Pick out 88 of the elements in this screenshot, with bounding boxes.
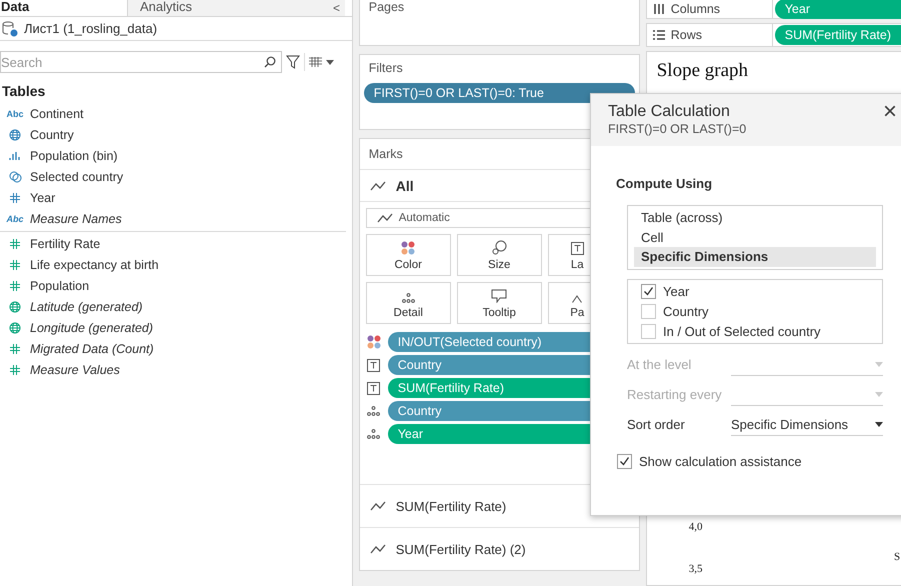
columns-icon	[652, 4, 665, 14]
dialog-subtitle: FIRST()=0 OR LAST()=0	[608, 122, 748, 136]
line-chart-icon	[370, 501, 386, 511]
globe-icon	[9, 322, 21, 334]
card-title: Marks	[368, 146, 404, 163]
measure-field[interactable]: Measure Values	[0, 359, 352, 380]
text-type-icon: Abc	[6, 214, 24, 224]
line-chart-icon	[376, 213, 393, 223]
number-type-icon	[10, 344, 20, 354]
checkbox-label: Country	[663, 304, 709, 319]
close-button[interactable]: ×	[881, 100, 900, 124]
measure-field[interactable]: Longitude (generated)	[0, 317, 352, 338]
caret-icon	[875, 422, 883, 426]
histogram-icon	[9, 150, 21, 160]
line-chart-icon	[370, 180, 386, 190]
setting-dropdown[interactable]: Specific Dimensions	[731, 414, 883, 436]
section-title: Tables	[2, 83, 46, 99]
section-title: Compute Using	[616, 176, 714, 191]
checkbox-label: Year	[663, 284, 690, 299]
globe-icon	[9, 128, 21, 140]
dialog-title: Table Calculation	[608, 103, 730, 121]
data-source-name[interactable]: Лист1 (1_rosling_data)	[24, 21, 158, 36]
measure-field[interactable]: Population	[0, 275, 352, 296]
list-option[interactable]: Table (across)	[634, 208, 876, 228]
measure-field[interactable]: Latitude (generated)	[0, 296, 352, 317]
text-icon	[367, 358, 380, 372]
mark-property-button[interactable]: Detail	[366, 282, 451, 324]
globe-icon	[9, 300, 21, 312]
number-type-icon	[10, 192, 20, 202]
shelf-label: Columns	[670, 2, 720, 16]
axis-label: 3,5	[688, 563, 704, 575]
color-dots-icon	[401, 241, 416, 255]
axis-label: 4,0	[688, 521, 704, 533]
list-view-icon[interactable]	[309, 57, 322, 67]
marks-layer-title[interactable]: SUM(Fertility Rate) (2)	[396, 542, 526, 556]
detail-icon	[367, 429, 380, 439]
number-type-icon	[10, 238, 20, 248]
card-title: Filters	[368, 61, 404, 75]
data-source-icon	[2, 20, 19, 36]
set-icon	[8, 170, 22, 182]
number-type-icon	[10, 260, 20, 270]
marks-layer-title[interactable]: All	[396, 178, 414, 194]
mark-property-button[interactable]: Size	[456, 234, 542, 276]
checkbox[interactable]	[641, 304, 656, 319]
dimension-field[interactable]: Country	[0, 124, 352, 145]
detail-icon	[402, 293, 415, 303]
dimension-field[interactable]: Year	[0, 187, 352, 208]
filter-icon[interactable]	[286, 55, 300, 69]
dimension-field[interactable]: Population (bin)	[0, 145, 352, 166]
mark-property-button[interactable]: Tooltip	[456, 282, 542, 324]
number-type-icon	[10, 364, 20, 374]
dimension-field[interactable]: Abc Measure Names	[0, 208, 352, 229]
caret-icon	[875, 362, 883, 366]
measure-field[interactable]: Life expectancy at birth	[0, 254, 352, 275]
card-title: Pages	[368, 0, 406, 14]
list-option[interactable]: Specific Dimensions	[634, 247, 876, 266]
caret-icon	[326, 60, 334, 64]
measure-field[interactable]: Fertility Rate	[0, 233, 352, 254]
number-type-icon	[10, 280, 20, 290]
dimension-field[interactable]: Selected country	[0, 166, 352, 187]
size-icon	[492, 240, 507, 255]
worksheet-title: Slope graph	[656, 60, 750, 82]
line-chart-icon	[370, 544, 386, 554]
checkbox[interactable]	[617, 454, 632, 469]
color-dots-icon	[366, 335, 381, 349]
mark-property-button[interactable]: Color	[366, 234, 451, 276]
rows-icon	[652, 30, 665, 40]
dimension-field[interactable]: Abc Continent	[0, 103, 352, 124]
checkbox-label: In / Out of Selected country	[663, 324, 821, 339]
text-icon	[367, 382, 380, 394]
list-option[interactable]: Cell	[634, 228, 876, 247]
tooltip-icon	[491, 289, 508, 303]
text-type-icon: Abc	[6, 108, 24, 118]
checkbox[interactable]	[641, 324, 656, 339]
search-field[interactable]: Search	[0, 51, 282, 73]
path-icon	[572, 295, 582, 303]
search-icon	[264, 56, 276, 68]
checkbox-label: Show calculation assistance	[639, 454, 802, 469]
measure-field[interactable]: Migrated Data (Count)	[0, 338, 352, 359]
checkbox[interactable]	[641, 284, 656, 299]
collapse-button[interactable]: <	[333, 0, 340, 16]
text-icon	[570, 242, 584, 255]
detail-icon	[367, 406, 380, 416]
marks-layer-title[interactable]: SUM(Fertility Rate)	[396, 498, 506, 514]
mark-label: S	[894, 551, 900, 563]
filter-pill[interactable]: FIRST()=0 OR LAST()=0: True	[364, 83, 635, 103]
shelf-label: Rows	[670, 28, 702, 42]
caret-icon	[875, 392, 883, 396]
